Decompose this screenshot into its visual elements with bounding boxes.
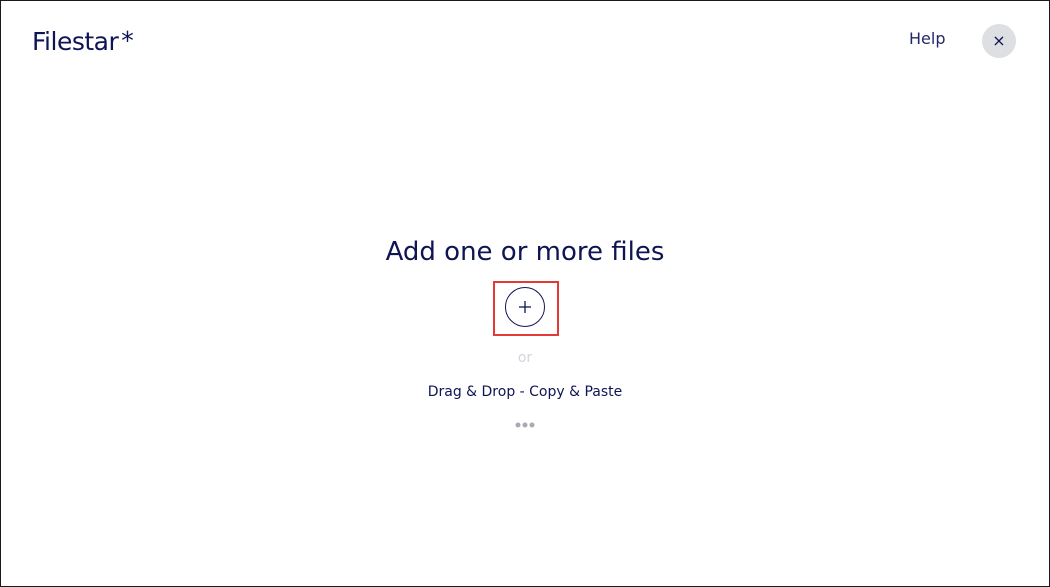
app-window: Filestar * Help × Add one or more files o… — [0, 0, 1050, 587]
add-files-button[interactable] — [505, 287, 545, 327]
help-link[interactable]: Help — [909, 29, 945, 49]
drag-drop-hint: Drag & Drop - Copy & Paste — [427, 384, 623, 400]
or-separator: or — [517, 350, 533, 366]
filestar-logo: Filestar * — [32, 26, 134, 57]
close-icon: × — [992, 31, 1006, 50]
logo-star: * — [121, 26, 134, 55]
page-title: Add one or more files — [385, 237, 665, 267]
more-dots-icon — [515, 422, 535, 428]
logo-text: Filestar — [32, 27, 119, 56]
close-button[interactable]: × — [982, 24, 1016, 58]
more-options-button[interactable] — [513, 417, 537, 433]
plus-icon — [519, 301, 531, 313]
